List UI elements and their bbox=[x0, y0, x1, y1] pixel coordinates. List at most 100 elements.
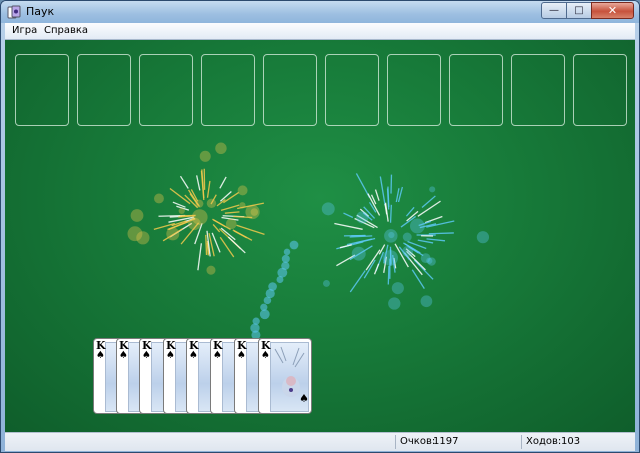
card-suit: ♠ bbox=[166, 350, 175, 361]
firework-spark bbox=[169, 187, 191, 205]
firework-glow bbox=[322, 279, 330, 287]
menu-item-help[interactable]: Справка bbox=[44, 25, 88, 36]
card-suit: ♠ bbox=[237, 350, 246, 361]
close-button[interactable]: ✕ bbox=[591, 2, 634, 19]
firework-glow bbox=[206, 198, 217, 209]
firework-spark bbox=[343, 212, 354, 219]
minimize-icon: — bbox=[549, 5, 559, 16]
firework-spark bbox=[220, 204, 240, 211]
firework-spark bbox=[236, 224, 265, 235]
firework-spark bbox=[417, 200, 441, 217]
caption-buttons: — □ ✕ bbox=[541, 2, 634, 19]
card-suit: ♠ bbox=[96, 350, 105, 361]
firework-glow bbox=[402, 246, 414, 257]
firework-spark bbox=[387, 186, 390, 208]
maximize-button[interactable]: □ bbox=[566, 2, 592, 19]
firework-glow bbox=[388, 231, 395, 239]
spider-solitaire-window: Паук — □ ✕ Игра Справка K ♠ K ♠ K ♠ K ♠ … bbox=[0, 0, 640, 453]
firework-spark bbox=[179, 175, 189, 189]
firework-glow bbox=[130, 209, 144, 222]
firework-glow bbox=[321, 202, 335, 216]
card-suit: ♠ bbox=[142, 350, 151, 361]
firework-glow bbox=[239, 202, 246, 209]
firework-spark bbox=[205, 234, 208, 256]
firework-spark bbox=[211, 232, 221, 253]
firework-glow bbox=[429, 186, 436, 193]
firework-spark bbox=[363, 259, 376, 279]
firework-spark bbox=[373, 263, 380, 275]
firework-glow bbox=[388, 297, 401, 310]
menu-item-game[interactable]: Игра bbox=[12, 25, 37, 36]
firework-glow bbox=[426, 257, 433, 264]
firework-spark bbox=[426, 238, 446, 242]
close-icon: ✕ bbox=[607, 4, 618, 17]
firework-glow bbox=[178, 207, 185, 215]
firework-spark bbox=[206, 180, 211, 198]
firework-glow bbox=[215, 142, 227, 154]
card-king-spades[interactable]: K ♠ ♠ bbox=[258, 338, 312, 414]
firework-spark bbox=[417, 239, 434, 244]
firework-trail bbox=[276, 276, 284, 284]
firework-glow bbox=[250, 208, 259, 216]
status-divider bbox=[521, 435, 522, 449]
game-table[interactable]: K ♠ K ♠ K ♠ K ♠ K ♠ K ♠ K ♠ K ♠ ♠ bbox=[5, 40, 635, 432]
firework-spark bbox=[339, 244, 352, 249]
firework-spark bbox=[379, 176, 386, 206]
firework-glow bbox=[154, 193, 164, 204]
status-divider bbox=[395, 435, 396, 449]
firework-glow bbox=[356, 211, 369, 224]
firework-glow bbox=[188, 217, 201, 231]
firework-spark bbox=[219, 191, 232, 202]
status-bar: Очков: 1197 Ходов: 103 bbox=[5, 432, 635, 451]
firework-trail bbox=[277, 267, 288, 278]
firework-spark bbox=[346, 238, 373, 246]
firework-trail bbox=[283, 248, 291, 256]
minimize-button[interactable]: — bbox=[541, 2, 567, 19]
firework-spark bbox=[233, 230, 248, 239]
spider-app-icon bbox=[7, 5, 21, 19]
maximize-icon: □ bbox=[574, 5, 584, 16]
firework-trail bbox=[259, 309, 270, 320]
firework-glow bbox=[195, 199, 204, 208]
firework-spark bbox=[227, 236, 246, 254]
firework-spark bbox=[389, 204, 392, 223]
firework-spark bbox=[378, 244, 386, 255]
menu-bar: Игра Справка bbox=[5, 23, 635, 40]
firework-spark bbox=[411, 269, 425, 289]
firework-glow bbox=[206, 265, 216, 275]
firework-spark bbox=[223, 191, 240, 204]
card-suit: ♠ bbox=[189, 350, 198, 361]
firework-trail bbox=[263, 296, 272, 305]
firework-glow bbox=[391, 282, 404, 295]
firework-glow bbox=[420, 295, 433, 308]
firework-glow bbox=[409, 218, 425, 234]
firework-glow bbox=[225, 218, 237, 230]
title-bar[interactable]: Паук — □ ✕ bbox=[1, 1, 639, 23]
firework-spark bbox=[219, 176, 227, 189]
score-value: 1197 bbox=[433, 436, 459, 447]
card-suit: ♠ bbox=[213, 350, 222, 361]
firework-spark bbox=[387, 265, 390, 285]
firework-glow bbox=[136, 231, 150, 245]
firework-spark bbox=[349, 270, 366, 293]
firework-spark bbox=[212, 223, 221, 233]
firework-spark bbox=[196, 175, 201, 191]
firework-glow bbox=[237, 185, 248, 196]
score-label: Очков: bbox=[400, 436, 436, 447]
card-suit: ♠ bbox=[119, 350, 128, 361]
firework-spark bbox=[336, 254, 356, 267]
firework-spark bbox=[428, 232, 454, 235]
firework-spark bbox=[424, 215, 443, 224]
window-title: Паук bbox=[26, 5, 55, 18]
firework-spark bbox=[224, 211, 240, 214]
firework-glow bbox=[166, 227, 180, 241]
firework-glow bbox=[476, 231, 490, 244]
firework-glow bbox=[351, 246, 366, 261]
firework-spark bbox=[334, 222, 363, 230]
firework-glow bbox=[382, 250, 399, 266]
firework-spark bbox=[374, 189, 380, 201]
card-suit: ♠ bbox=[261, 350, 270, 361]
moves-label: Ходов: bbox=[526, 436, 562, 447]
moves-value: 103 bbox=[561, 436, 581, 447]
firework-glow bbox=[402, 232, 412, 242]
